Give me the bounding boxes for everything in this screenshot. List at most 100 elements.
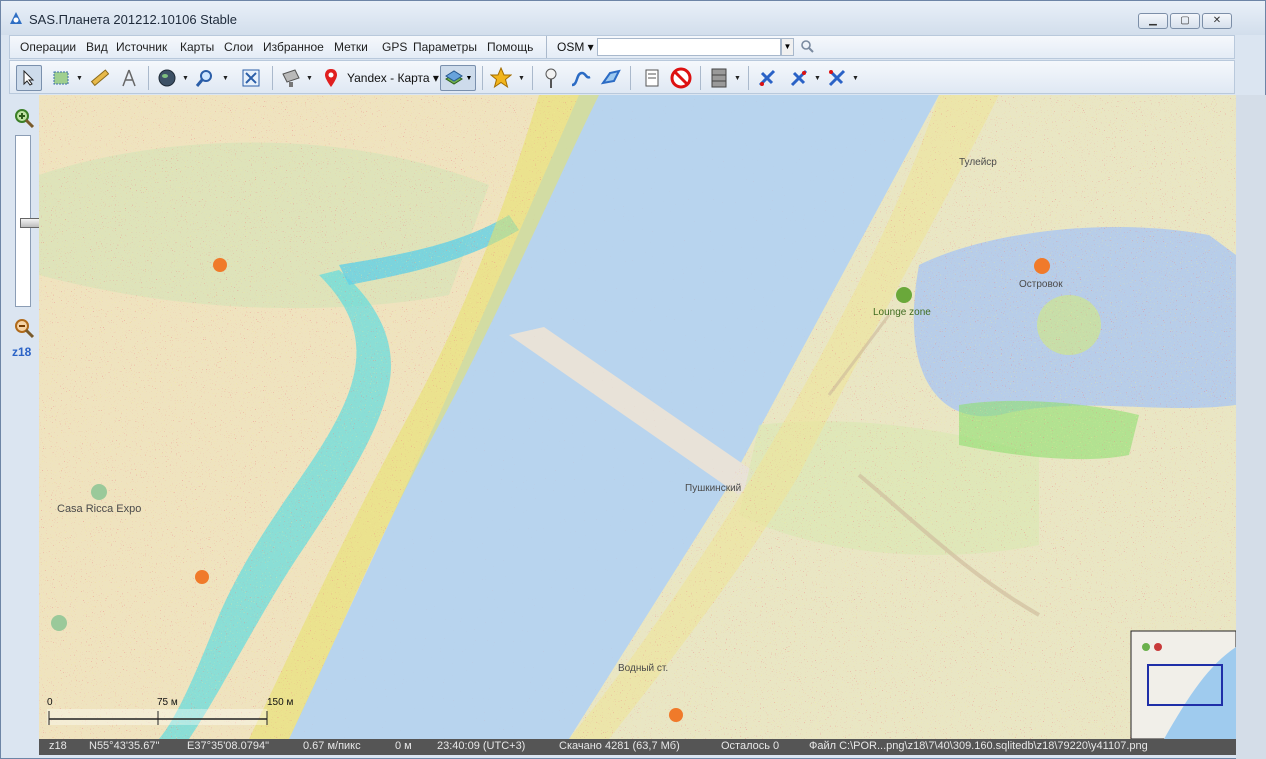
poi-marker xyxy=(213,258,227,272)
zoom-in-icon[interactable] xyxy=(13,107,35,129)
fullscreen-button[interactable] xyxy=(238,65,264,91)
title-bar[interactable]: SAS.Планета 201212.10106 Stable ▁ ▢ ✕ xyxy=(1,1,1265,35)
map-source-pin[interactable] xyxy=(318,65,344,91)
search-icon[interactable] xyxy=(800,39,814,53)
zoom-out-icon[interactable] xyxy=(13,317,35,339)
gps-center-icon xyxy=(828,69,846,87)
minimize-button[interactable]: ▁ xyxy=(1138,13,1168,29)
right-edge-strip xyxy=(1236,95,1266,759)
map-label-ostrov: Островок xyxy=(1019,279,1063,290)
map-layer xyxy=(39,95,1236,739)
layers-button[interactable]: ▼ xyxy=(440,65,476,91)
menu-layers[interactable]: Слои xyxy=(224,40,253,54)
scale-label-end: 150 м xyxy=(267,697,294,708)
layers-icon xyxy=(444,70,463,85)
menu-separator xyxy=(546,36,547,58)
chevron-down-icon[interactable]: ▼ xyxy=(76,75,83,82)
menu-source[interactable]: Источник xyxy=(116,40,167,54)
map-source-label: Yandex - Карта xyxy=(347,71,430,85)
cursor-icon xyxy=(23,70,35,86)
magnifier-icon xyxy=(195,70,212,87)
gps-connect-button[interactable] xyxy=(754,65,780,91)
map-label-tuyleur: Тулейср xyxy=(959,157,997,168)
toolbar-separator xyxy=(630,66,631,90)
search-history-dropdown[interactable]: ▼ xyxy=(781,38,794,56)
scale-label-mid: 75 м xyxy=(157,697,178,708)
chevron-down-icon[interactable]: ▼ xyxy=(852,75,859,82)
menu-gps[interactable]: GPS xyxy=(382,40,407,54)
chevron-down-icon[interactable]: ▼ xyxy=(182,75,189,82)
status-downloaded: Скачано 4281 (63,7 Мб) xyxy=(559,740,680,752)
add-polygon-button[interactable] xyxy=(598,65,624,91)
poi-casa-ricca-marker xyxy=(91,484,107,500)
hide-marks-button[interactable] xyxy=(668,65,694,91)
zoom-panel: z18 xyxy=(9,95,40,739)
toolbar-separator xyxy=(748,66,749,90)
fullscreen-icon xyxy=(242,69,260,87)
chevron-down-icon[interactable]: ▼ xyxy=(306,75,313,82)
globe-button[interactable] xyxy=(154,65,180,91)
zoom-slider-handle[interactable] xyxy=(20,218,40,228)
select-area-button[interactable] xyxy=(48,65,74,91)
marks-manager-button[interactable] xyxy=(638,65,664,91)
point-marker-icon xyxy=(545,68,557,88)
chevron-down-icon[interactable]: ▼ xyxy=(518,75,525,82)
status-time: 23:40:09 (UTC+3) xyxy=(437,740,526,752)
notes-icon xyxy=(645,69,659,87)
poi-lounge-marker xyxy=(896,287,912,303)
status-longitude: E37°35'08.0794" xyxy=(187,740,269,752)
add-point-button[interactable] xyxy=(538,65,564,91)
status-remaining: Осталось 0 xyxy=(721,740,780,752)
cache-button[interactable] xyxy=(706,65,732,91)
gps-track-button[interactable] xyxy=(786,65,812,91)
zoom-level-label: z18 xyxy=(12,345,32,359)
toolbar-separator xyxy=(272,66,273,90)
poi-marker xyxy=(51,615,67,631)
map-canvas[interactable]: Casa Ricca Expo Островок Lounge zone Пуш… xyxy=(39,95,1236,739)
chevron-down-icon[interactable]: ▼ xyxy=(814,75,821,82)
globe-icon xyxy=(158,69,176,87)
menu-view[interactable]: Вид xyxy=(86,40,108,54)
gps-satellite-icon xyxy=(758,69,776,87)
pointer-tool-button[interactable] xyxy=(16,65,42,91)
zoom-slider[interactable] xyxy=(15,135,40,307)
menu-settings[interactable]: Параметры xyxy=(413,40,477,54)
map-label-pushkinskiy: Пушкинский xyxy=(685,483,742,494)
path-icon xyxy=(571,71,591,87)
menu-bar: Операции Вид Источник Карты Слои Избранн… xyxy=(9,35,1235,59)
compass-icon xyxy=(122,69,136,87)
satellite-button[interactable] xyxy=(278,65,304,91)
status-zoom: z18 xyxy=(49,740,67,752)
ruler-icon xyxy=(90,69,109,87)
menu-operations[interactable]: Операции xyxy=(20,40,76,54)
favorites-button[interactable] xyxy=(488,65,514,91)
map-pin-icon xyxy=(325,69,337,87)
status-resolution: 0.67 м/пикс xyxy=(303,740,361,752)
map-label-lounge: Lounge zone xyxy=(873,307,931,318)
polygon-button[interactable] xyxy=(116,65,142,91)
close-button[interactable]: ✕ xyxy=(1202,13,1232,29)
menu-marks[interactable]: Метки xyxy=(334,40,368,54)
menu-favorites[interactable]: Избранное xyxy=(263,40,324,54)
menu-help[interactable]: Помощь xyxy=(487,40,533,54)
poi-marker xyxy=(669,708,683,722)
window-title: SAS.Планета 201212.10106 Stable xyxy=(29,12,238,27)
app-window: SAS.Планета 201212.10106 Stable ▁ ▢ ✕ Оп… xyxy=(0,0,1266,759)
chevron-down-icon[interactable]: ▼ xyxy=(222,75,229,82)
poi-ostrov-marker xyxy=(1034,258,1050,274)
map-label-casa-ricca: Casa Ricca Expo xyxy=(57,503,142,515)
ruler-button[interactable] xyxy=(86,65,112,91)
add-path-button[interactable] xyxy=(568,65,594,91)
chevron-down-icon[interactable]: ▼ xyxy=(734,75,741,82)
maximize-button[interactable]: ▢ xyxy=(1170,13,1200,29)
zoom-tool-button[interactable] xyxy=(192,65,218,91)
gps-center-button[interactable] xyxy=(824,65,850,91)
menu-maps[interactable]: Карты xyxy=(180,40,214,54)
polygon-icon xyxy=(600,69,621,85)
search-source-dropdown[interactable]: OSM ▾ xyxy=(557,40,594,54)
status-latitude: N55°43'35.67" xyxy=(89,740,160,752)
toolbar-separator xyxy=(148,66,149,90)
search-input[interactable] xyxy=(597,38,781,56)
map-source-dropdown[interactable]: Yandex - Карта ▾ xyxy=(347,71,439,85)
poi-marker xyxy=(195,570,209,584)
